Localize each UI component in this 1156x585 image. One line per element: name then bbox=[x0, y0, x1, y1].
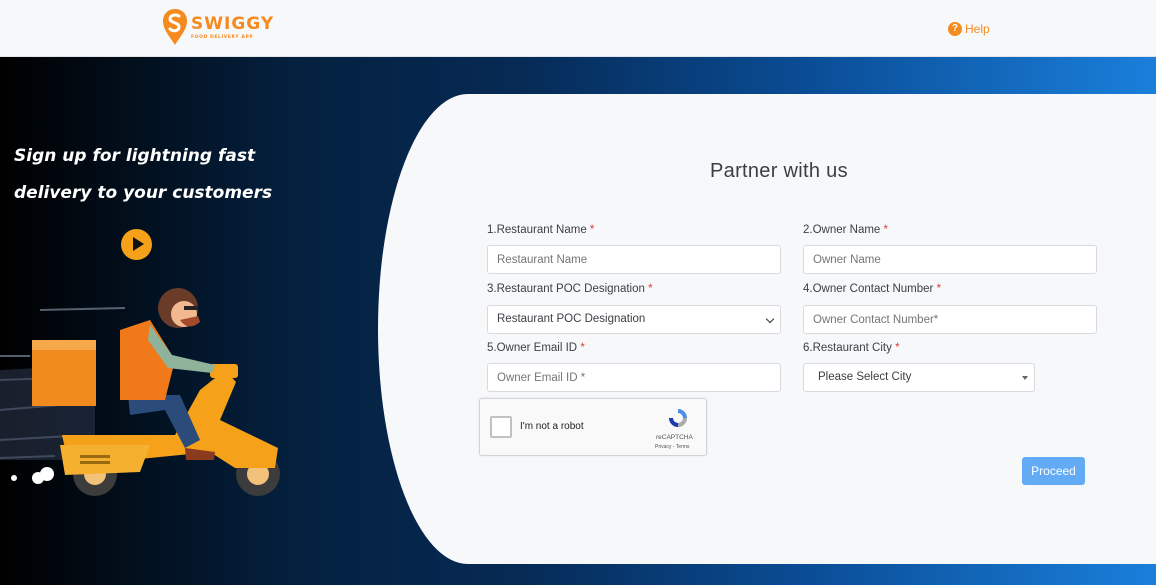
recaptcha-widget: I'm not a robot reCAPTCHA Privacy - Term… bbox=[479, 398, 707, 456]
chevron-down-icon bbox=[765, 314, 775, 324]
owner-email-input[interactable] bbox=[487, 363, 781, 392]
restaurant-name-label-text: 1.Restaurant Name bbox=[487, 224, 587, 236]
poc-designation-label-text: 3.Restaurant POC Designation bbox=[487, 283, 645, 295]
owner-contact-label: 4.Owner Contact Number * bbox=[803, 283, 941, 295]
recaptcha-brand: reCAPTCHA bbox=[656, 434, 693, 441]
owner-email-label: 5.Owner Email ID * bbox=[487, 342, 585, 354]
owner-email-label-text: 5.Owner Email ID bbox=[487, 342, 578, 354]
form-title: Partner with us bbox=[710, 160, 848, 182]
help-label: Help bbox=[965, 22, 990, 36]
restaurant-city-label: 6.Restaurant City * bbox=[803, 342, 900, 354]
poc-designation-value: Restaurant POC Designation bbox=[497, 313, 646, 325]
recaptcha-terms-link[interactable]: Privacy - Terms bbox=[655, 444, 689, 450]
recaptcha-icon bbox=[669, 409, 687, 427]
recaptcha-label: I'm not a robot bbox=[520, 421, 584, 432]
dropdown-arrow-icon bbox=[1022, 376, 1028, 380]
restaurant-city-label-text: 6.Restaurant City bbox=[803, 342, 892, 354]
proceed-button[interactable]: Proceed bbox=[1022, 457, 1085, 485]
swiggy-logo-icon bbox=[163, 9, 187, 45]
hero-tagline-line2: delivery to your customers bbox=[14, 183, 273, 203]
restaurant-city-select[interactable]: Please Select City bbox=[803, 363, 1035, 392]
restaurant-city-value: Please Select City bbox=[818, 371, 912, 383]
help-link[interactable]: ? Help bbox=[948, 22, 990, 36]
required-mark: * bbox=[589, 224, 595, 236]
poc-designation-select[interactable]: Restaurant POC Designation bbox=[487, 305, 781, 334]
play-video-button[interactable] bbox=[121, 229, 152, 260]
brand-tagline: FOOD DELIVERY APP bbox=[191, 35, 254, 40]
required-mark: * bbox=[648, 283, 653, 295]
required-mark: * bbox=[895, 342, 900, 354]
required-mark: * bbox=[883, 224, 889, 236]
restaurant-name-input[interactable] bbox=[487, 245, 781, 274]
recaptcha-checkbox[interactable] bbox=[490, 416, 512, 438]
required-mark: * bbox=[580, 342, 585, 354]
poc-designation-label: 3.Restaurant POC Designation * bbox=[487, 283, 653, 295]
owner-name-label-text: 2.Owner Name bbox=[803, 224, 881, 236]
swiggy-logo[interactable]: SWIGGY FOOD DELIVERY APP bbox=[162, 8, 274, 46]
top-header: SWIGGY FOOD DELIVERY APP ? Help bbox=[0, 0, 1156, 57]
brand-name: SWIGGY bbox=[191, 14, 275, 34]
required-mark: * bbox=[936, 283, 942, 295]
delivery-rider-illustration bbox=[0, 288, 280, 496]
owner-name-label: 2.Owner Name * bbox=[803, 224, 888, 236]
owner-contact-input[interactable] bbox=[803, 305, 1097, 334]
owner-name-input[interactable] bbox=[803, 245, 1097, 274]
question-icon: ? bbox=[948, 22, 962, 36]
hero-tagline-line1: Sign up for lightning fast bbox=[14, 146, 256, 166]
owner-contact-label-text: 4.Owner Contact Number bbox=[803, 283, 934, 295]
restaurant-name-label: 1.Restaurant Name * bbox=[487, 224, 594, 236]
hero-tagline: Sign up for lightning fast delivery to y… bbox=[14, 138, 284, 212]
